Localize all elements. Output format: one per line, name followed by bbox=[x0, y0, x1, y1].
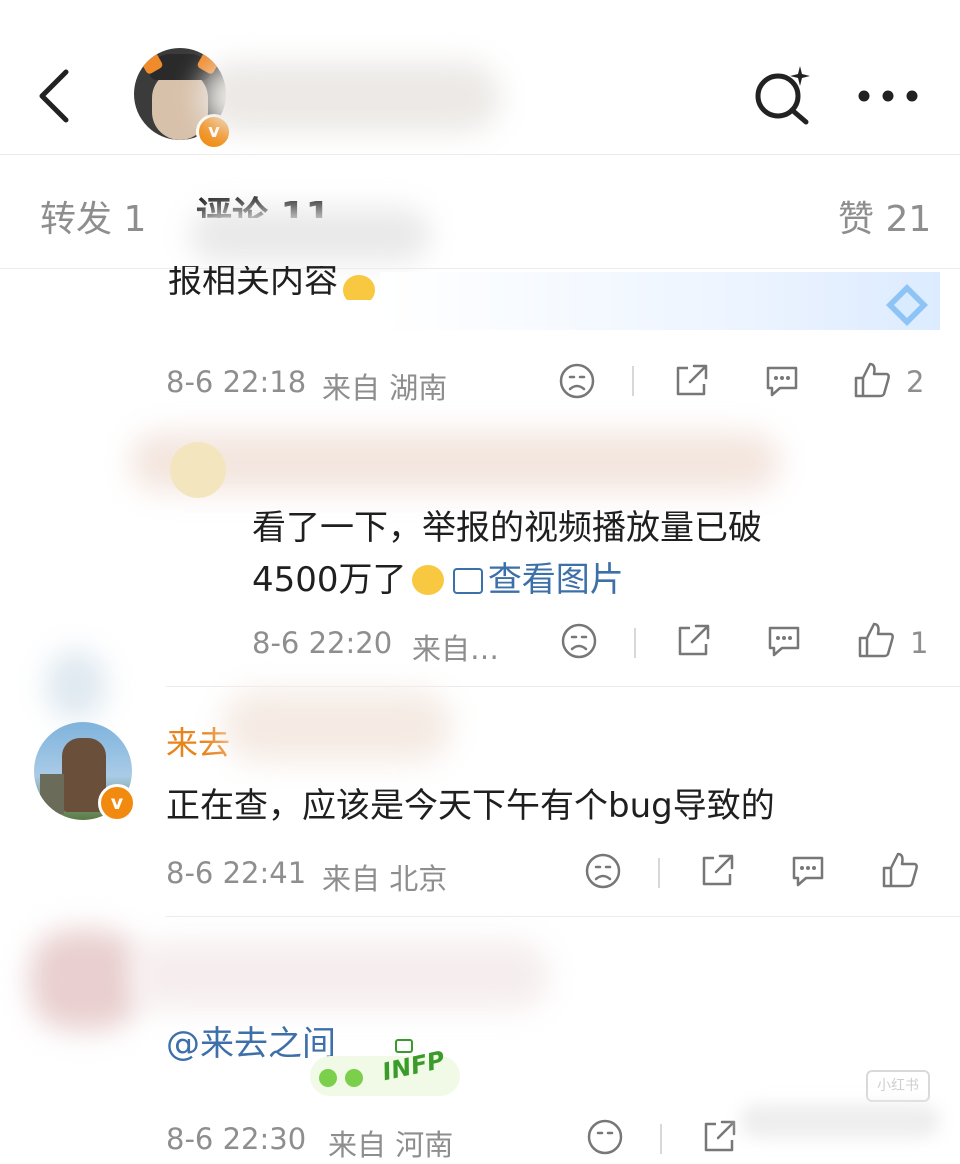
share-icon bbox=[676, 364, 708, 396]
comment-location: 来自 北京 bbox=[322, 862, 448, 896]
comment-time: 8-6 22:18 bbox=[166, 365, 307, 399]
sad-face-icon bbox=[587, 1119, 623, 1155]
sad-face-icon bbox=[559, 363, 595, 399]
reply-avatar bbox=[170, 442, 226, 498]
share-button[interactable] bbox=[674, 622, 712, 660]
comment-location: 来自 湖南 bbox=[322, 371, 448, 405]
share-icon bbox=[704, 1120, 736, 1152]
comment-time: 8-6 22:20 bbox=[252, 626, 393, 660]
dislike-button[interactable] bbox=[584, 852, 622, 890]
comment-decoration-banner bbox=[380, 272, 940, 330]
share-button[interactable] bbox=[698, 852, 736, 890]
author-header-redacted bbox=[130, 940, 550, 1010]
like-button[interactable] bbox=[856, 620, 896, 660]
more-dots-icon bbox=[858, 90, 918, 102]
comment-text: 报相关内容 bbox=[168, 266, 376, 300]
view-image-link[interactable]: 查看图片 bbox=[488, 560, 624, 600]
reply-button[interactable] bbox=[788, 852, 828, 890]
watermark-id-redacted bbox=[740, 1104, 940, 1138]
tab-repost[interactable]: 转发 1 bbox=[40, 190, 146, 242]
magic-search-icon bbox=[755, 66, 810, 125]
thumbs-up-icon bbox=[854, 362, 890, 398]
tab-overlay-redacted bbox=[190, 208, 430, 262]
share-icon bbox=[702, 854, 734, 886]
comment-location: 来自 河南 bbox=[328, 1128, 454, 1162]
comment-bubble-icon bbox=[766, 366, 798, 397]
dislike-button[interactable] bbox=[560, 622, 598, 660]
search-button[interactable] bbox=[752, 64, 814, 126]
image-icon bbox=[452, 568, 483, 594]
laugh-cry-emoji-icon bbox=[343, 274, 376, 300]
comment-text-line2: 4500万了 查看图片 bbox=[252, 560, 624, 600]
reply-header-redacted bbox=[130, 432, 780, 492]
thumbs-up-icon bbox=[858, 622, 894, 658]
diamond-badge-icon bbox=[882, 280, 932, 330]
dislike-button[interactable] bbox=[558, 362, 596, 400]
avatar-frame-redacted bbox=[46, 650, 106, 720]
avatar-redacted bbox=[30, 930, 140, 1030]
share-button[interactable] bbox=[672, 362, 710, 400]
like-count: 1 bbox=[910, 626, 929, 660]
tab-likes[interactable]: 赞 21 bbox=[838, 190, 931, 242]
comment-text: 正在查，应该是今天下午有个bug导致的 bbox=[166, 786, 775, 826]
like-count: 2 bbox=[906, 365, 925, 399]
comment-time: 8-6 22:41 bbox=[166, 856, 307, 890]
verified-badge: v bbox=[98, 784, 136, 822]
author-name-redacted bbox=[222, 690, 452, 762]
comment-text-line1: 看了一下，举报的视频播放量已破 bbox=[252, 508, 762, 548]
like-button[interactable] bbox=[880, 850, 920, 890]
sad-face-icon bbox=[561, 623, 597, 659]
laugh-cry-emoji-icon bbox=[411, 565, 444, 595]
more-button[interactable] bbox=[856, 84, 920, 108]
reply-button[interactable] bbox=[762, 362, 802, 400]
username-redacted bbox=[200, 62, 500, 132]
watermark-logo: 小红书 bbox=[866, 1070, 930, 1102]
comment-location: 来自… bbox=[412, 632, 500, 666]
share-button[interactable] bbox=[700, 1118, 738, 1156]
comment-author[interactable]: 来去 bbox=[166, 718, 230, 764]
comment-bubble-icon bbox=[768, 626, 800, 657]
like-button[interactable] bbox=[852, 360, 892, 400]
dislike-button[interactable] bbox=[586, 1118, 624, 1156]
chevron-left-icon bbox=[39, 69, 69, 123]
back-button[interactable] bbox=[32, 68, 78, 124]
thumbs-up-icon bbox=[882, 852, 918, 888]
comment-bubble-icon bbox=[792, 856, 824, 887]
sad-face-icon bbox=[585, 853, 621, 889]
reply-button[interactable] bbox=[764, 622, 804, 660]
comment-time: 8-6 22:30 bbox=[166, 1122, 307, 1156]
share-icon bbox=[678, 624, 710, 656]
